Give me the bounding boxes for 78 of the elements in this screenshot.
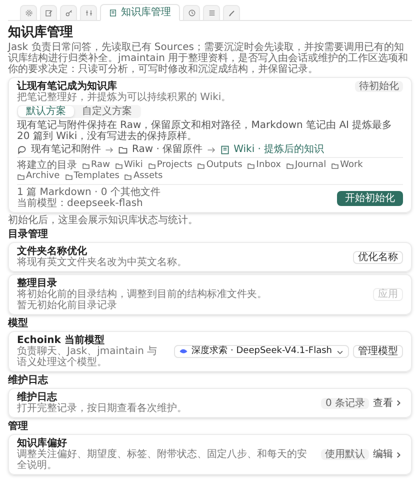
arrow-icon [105, 146, 114, 152]
brush-icon [228, 9, 236, 17]
folder-name: Inbox [256, 160, 281, 171]
plan-tab[interactable]: 默认方案 [18, 106, 74, 117]
folder-icon [17, 172, 25, 180]
card-title: Echoink 当前模型 [17, 335, 106, 346]
section-heading: 模型 [8, 318, 29, 329]
folder-icon [197, 162, 206, 170]
settings-tab[interactable]: 知识库管理 [100, 4, 180, 21]
model-select[interactable]: 深度求索 · DeepSeek-V4.1-Flash [174, 345, 349, 358]
status-note: 初始化后，这里会展示知识库状态与统计。 [8, 215, 199, 226]
flow-step: Raw · 保留原件 [132, 144, 203, 155]
sliders-icon [84, 9, 92, 17]
folder-name: Outputs [206, 160, 242, 171]
chevron-right-icon [395, 450, 403, 458]
open-link[interactable]: 编辑 [373, 449, 403, 460]
card-description: 将现有英文文件夹名改为中英文名称。 [17, 257, 187, 268]
folder-name: Wiki [124, 160, 143, 171]
folder-icon [247, 162, 256, 170]
folder-icon [82, 162, 90, 170]
folder-icon [286, 162, 294, 170]
card-description: 打开完整记录，按日期查看各次维护。 [17, 403, 187, 414]
chat-icon [17, 144, 27, 154]
start-button[interactable]: 开始初始化 [337, 190, 403, 206]
flow-step: Wiki · 提炼后的知识 [234, 144, 324, 155]
card-title: 整理目录 [17, 278, 58, 289]
plan-description: 现有笔记与附件保持在 Raw，保留原文和相对路径，Markdown 笔记由 AI 提炼最多 20 篇到 Wiki，没有写进去的保持原样。 [17, 120, 394, 142]
folder-icon [148, 162, 156, 170]
file-stats: 1 篇 Markdown · 0 个其他文件 [17, 187, 160, 198]
flow-step: 现有笔记和附件 [31, 144, 101, 155]
card-description: 调整关注偏好、期望度、标签、附带状态、固定八步、和每天的安全说明。 [17, 449, 308, 471]
settings-tab[interactable] [60, 5, 77, 20]
page-description: Jask 负责日常问答，先读取已有 Sources；需要沉淀时会先读取，并按需要调用已有的知识库结构进行归类补全。jmaintain 用于整理资料，是否写入由会话或维护的工作区选项和你的要求决定：只读可分析，可写时修改和沉淀成结构，并保留记录。 [8, 42, 410, 75]
card-subtitle: 把笔记整理好，并提炼为可以持续积累的 Wiki。 [17, 92, 232, 103]
folders-label: 将建立的目录 [17, 160, 77, 171]
edit-icon [44, 9, 52, 17]
page-title: 知识库管理 [8, 25, 74, 40]
folder-name: Projects [156, 160, 192, 171]
clock-icon [188, 9, 196, 17]
count-badge: 使用默认 [321, 449, 369, 460]
open-link[interactable]: 查看 [373, 398, 403, 408]
section-heading: 维护日志 [8, 375, 50, 386]
section-heading: 目录管理 [8, 229, 49, 240]
card-title: 让现有笔记成为知识库 [17, 81, 117, 92]
key-icon [64, 9, 72, 17]
arrow-icon [206, 146, 216, 152]
card-title: 知识库偏好 [17, 438, 68, 449]
folder-name: Raw [91, 160, 110, 171]
settings-tab[interactable] [183, 5, 200, 20]
gear-icon [24, 9, 32, 17]
status-badge: 待初始化 [355, 81, 403, 92]
folder-name: Work [340, 160, 363, 171]
action-button[interactable]: 优化名称 [353, 250, 403, 264]
settings-tab[interactable] [40, 5, 57, 20]
folder-name: Assets [133, 171, 163, 182]
folder-name: Archive [26, 171, 60, 182]
folder-icon [331, 162, 340, 170]
settings-tab[interactable] [20, 5, 37, 20]
plan-tab[interactable]: 自定义方案 [74, 106, 140, 117]
card-description: 暂无初始化前目录记录 [17, 300, 118, 311]
current-model: 当前模型：deepseek-flash [17, 198, 144, 209]
list-icon [208, 9, 216, 17]
card-title: 维护日志 [17, 392, 58, 403]
book-icon [220, 144, 230, 154]
section-heading: 管理 [8, 421, 29, 432]
folder-name: Journal [294, 160, 326, 171]
folder-name: Templates [74, 171, 120, 182]
settings-tab[interactable] [80, 5, 97, 20]
settings-tab[interactable] [203, 5, 220, 20]
settings-tab[interactable] [223, 5, 240, 20]
action-button[interactable]: 管理模型 [353, 345, 403, 358]
count-badge: 0 条记录 [321, 398, 369, 408]
chevron-right-icon [395, 399, 403, 407]
card-description: 负责聊天、Jask、jmaintain 与语义处理这个模型。 [17, 346, 158, 368]
card-description: 将初始化前的目录结构，调整到目前的结构标准文件夹。 [17, 289, 267, 300]
book-icon [109, 8, 117, 16]
card-title: 文件夹名称优化 [17, 246, 87, 257]
folder-icon [64, 172, 73, 180]
